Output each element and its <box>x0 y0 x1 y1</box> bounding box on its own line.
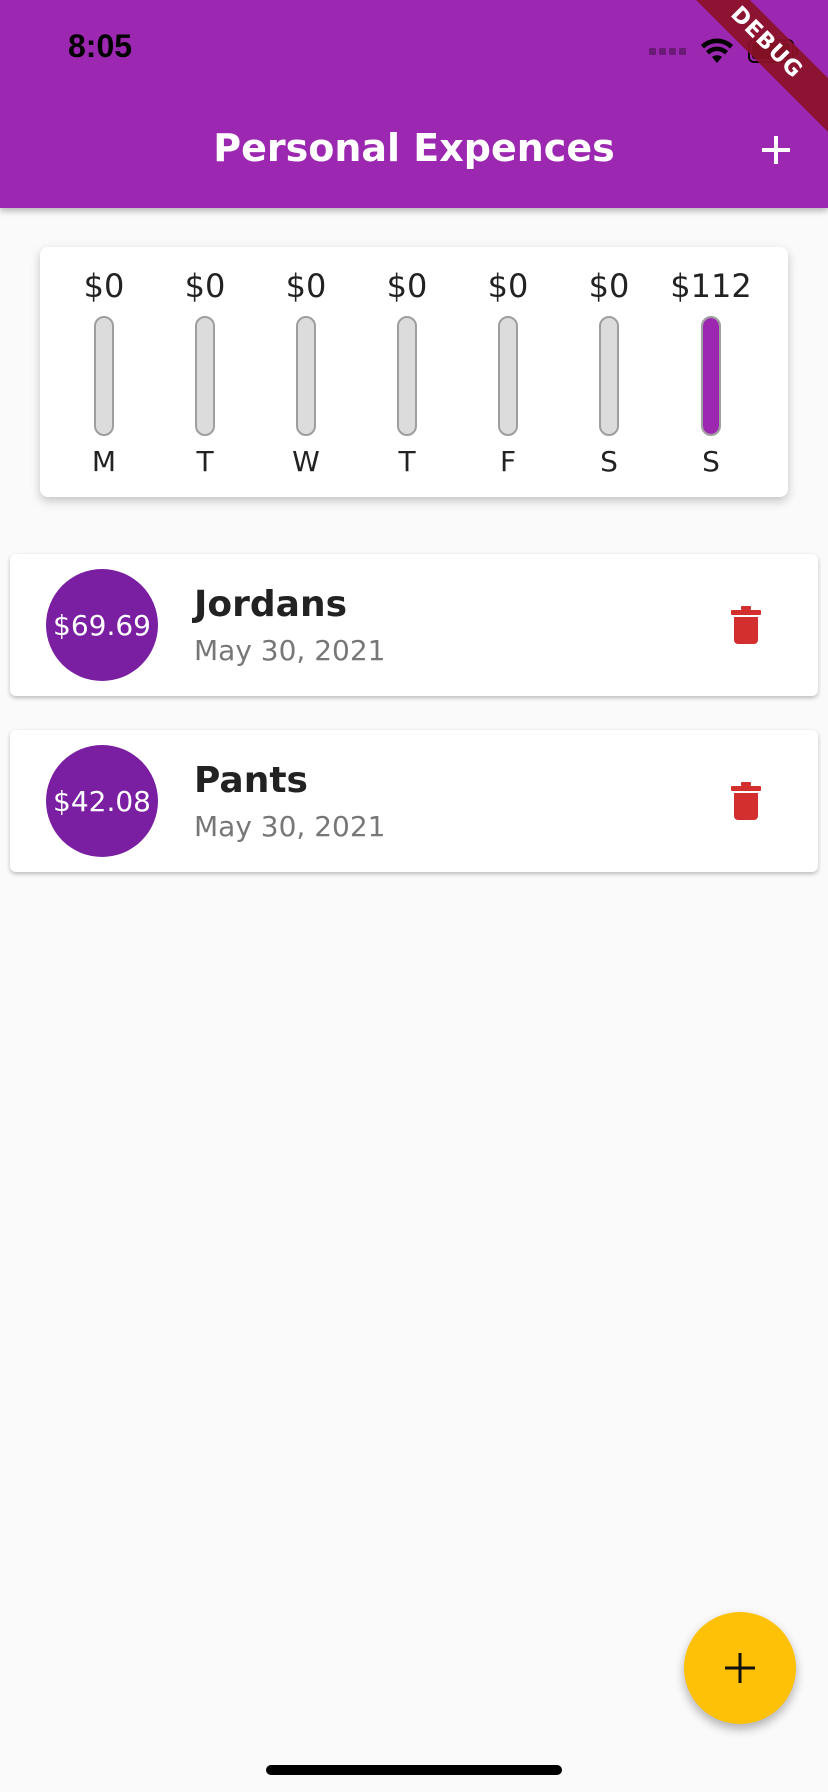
add-transaction-button[interactable] <box>748 122 804 178</box>
bar-fill <box>703 318 719 434</box>
transaction-card: $42.08 Pants May 30, 2021 <box>10 730 818 872</box>
bar-day-label: M <box>91 445 117 478</box>
bar-track <box>195 316 215 436</box>
transaction-date: May 30, 2021 <box>194 810 386 843</box>
bar-track <box>296 316 316 436</box>
bar-amount-label: $112 <box>670 267 752 305</box>
trash-icon <box>731 782 761 820</box>
app-bar: 8:05 Personal Expences <box>0 0 828 208</box>
bar-day-label: T <box>196 445 214 478</box>
weekly-chart-card: $0 M $0 T $0 W $0 T $0 F $0 S $112 S <box>40 247 788 497</box>
bar-amount-label: $0 <box>83 267 125 305</box>
page-title: Personal Expences <box>213 126 615 170</box>
trash-icon <box>731 606 761 644</box>
add-floating-button[interactable] <box>684 1612 796 1724</box>
amount-avatar: $69.69 <box>46 569 158 681</box>
plus-icon <box>762 136 790 164</box>
chart-bar-column: $0 T <box>160 247 250 497</box>
bar-track <box>701 316 721 436</box>
transaction-date: May 30, 2021 <box>194 634 386 667</box>
chart-bar-column: $0 W <box>261 247 351 497</box>
plus-icon <box>725 1653 755 1683</box>
bar-amount-label: $0 <box>184 267 226 305</box>
home-indicator <box>266 1765 562 1775</box>
bar-day-label: S <box>702 445 720 478</box>
bar-day-label: S <box>600 445 618 478</box>
chart-bar-column: $112 S <box>666 247 756 497</box>
transaction-card: $69.69 Jordans May 30, 2021 <box>10 554 818 696</box>
transaction-title: Jordans <box>194 584 347 625</box>
chart-bar-column: $0 F <box>463 247 553 497</box>
bar-track <box>599 316 619 436</box>
bar-amount-label: $0 <box>588 267 630 305</box>
transaction-title: Pants <box>194 760 308 801</box>
bar-amount-label: $0 <box>285 267 327 305</box>
bar-amount-label: $0 <box>487 267 529 305</box>
cellular-signal-icon <box>649 47 686 55</box>
wifi-icon <box>701 38 733 63</box>
bar-track <box>498 316 518 436</box>
bar-amount-label: $0 <box>386 267 428 305</box>
bar-track <box>94 316 114 436</box>
delete-button[interactable] <box>722 777 770 825</box>
status-time: 8:05 <box>68 28 133 64</box>
chart-bar-column: $0 M <box>59 247 149 497</box>
bar-track <box>397 316 417 436</box>
chart-bar-column: $0 T <box>362 247 452 497</box>
amount-avatar: $42.08 <box>46 745 158 857</box>
bar-day-label: F <box>499 445 517 478</box>
delete-button[interactable] <box>722 601 770 649</box>
bar-day-label: W <box>292 445 320 478</box>
chart-bar-column: $0 S <box>564 247 654 497</box>
bar-day-label: T <box>398 445 416 478</box>
